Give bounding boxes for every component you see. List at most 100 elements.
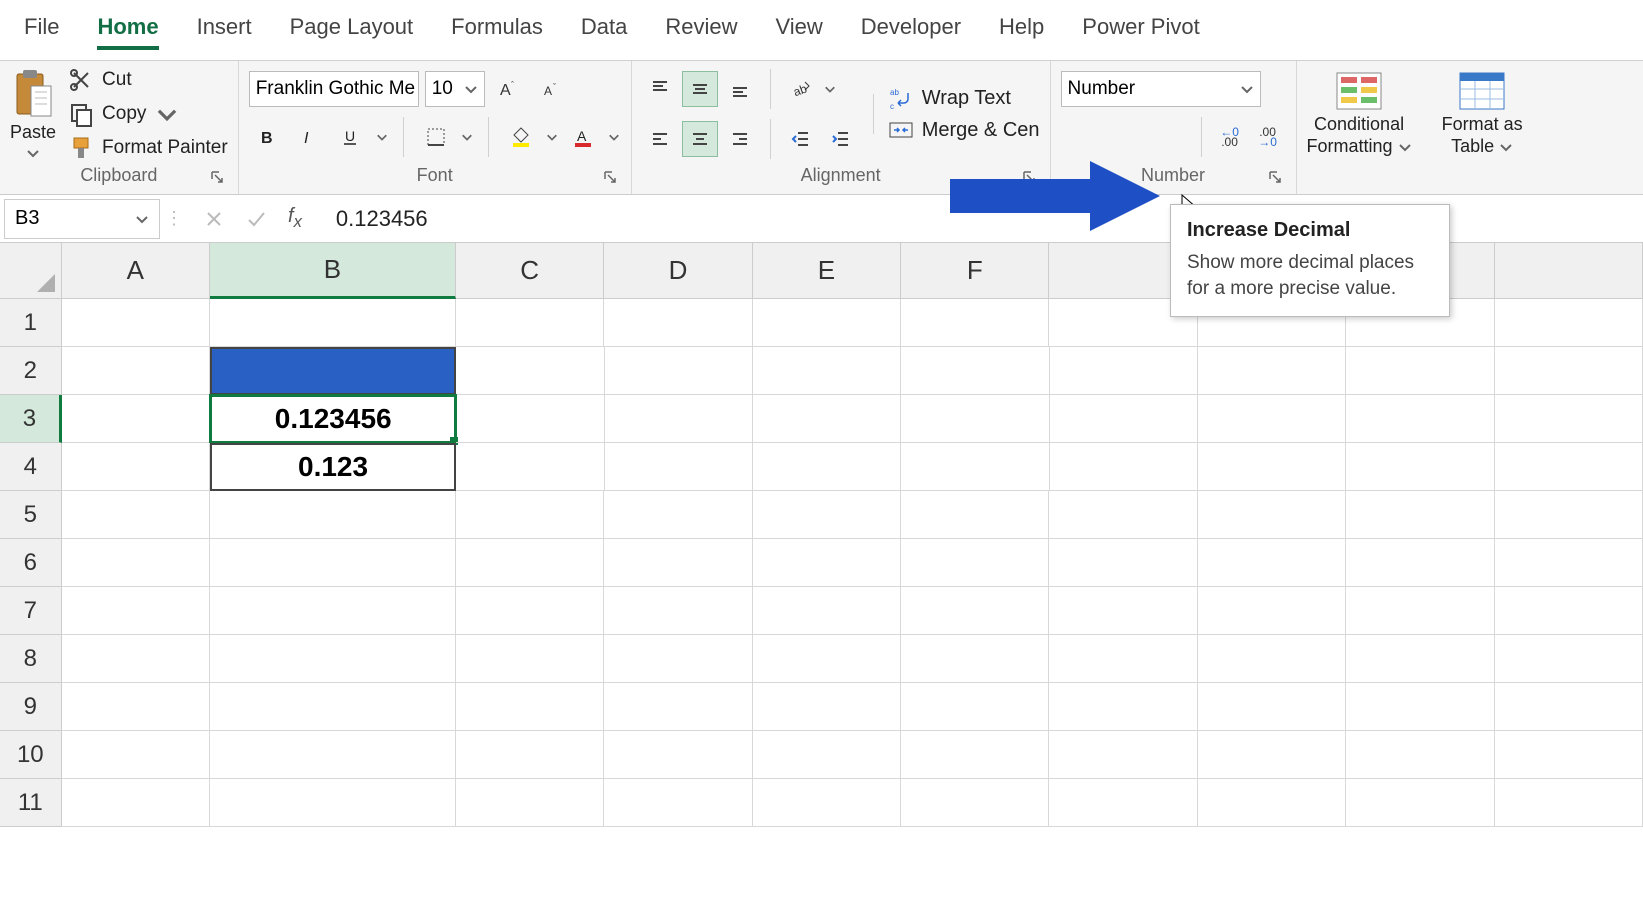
row-header-10[interactable]: 10: [0, 731, 62, 779]
cell[interactable]: [1495, 491, 1643, 539]
cell[interactable]: [1198, 683, 1346, 731]
cell[interactable]: [753, 587, 901, 635]
cell[interactable]: [210, 731, 456, 779]
cell[interactable]: [62, 347, 210, 395]
tab-insert[interactable]: Insert: [197, 14, 252, 50]
cell[interactable]: [1495, 443, 1643, 491]
underline-button[interactable]: U: [333, 119, 369, 155]
cell[interactable]: [753, 347, 901, 395]
align-bottom-button[interactable]: [722, 71, 758, 107]
cell[interactable]: [1495, 683, 1643, 731]
cell[interactable]: [1346, 635, 1494, 683]
fx-icon[interactable]: fx: [288, 205, 302, 232]
cell[interactable]: [62, 395, 210, 443]
cell-B4[interactable]: 0.123: [210, 443, 456, 491]
col-header-D[interactable]: D: [604, 243, 752, 299]
cell[interactable]: [456, 347, 604, 395]
cell[interactable]: [604, 683, 752, 731]
clipboard-launcher-icon[interactable]: [208, 168, 226, 186]
number-format-select[interactable]: Number: [1061, 71, 1261, 107]
cell[interactable]: [1495, 731, 1643, 779]
cell[interactable]: [62, 731, 210, 779]
cell[interactable]: [62, 443, 210, 491]
cell[interactable]: [901, 395, 1049, 443]
cell[interactable]: [1495, 347, 1643, 395]
border-button[interactable]: [418, 119, 454, 155]
cell[interactable]: [901, 539, 1049, 587]
cell[interactable]: [456, 587, 604, 635]
cell[interactable]: [1346, 443, 1494, 491]
col-header-blank[interactable]: [1495, 243, 1643, 299]
cell[interactable]: [901, 587, 1049, 635]
cell[interactable]: [901, 731, 1049, 779]
cell[interactable]: [1346, 779, 1494, 827]
cell[interactable]: [1346, 491, 1494, 539]
decrease-font-button[interactable]: Aˇ: [533, 71, 569, 107]
tab-formulas[interactable]: Formulas: [451, 14, 543, 50]
wrap-text-button[interactable]: abc Wrap Text: [888, 85, 1040, 111]
cell[interactable]: [210, 539, 456, 587]
cell[interactable]: [1346, 587, 1494, 635]
cell[interactable]: [1198, 443, 1346, 491]
cell[interactable]: [1198, 539, 1346, 587]
row-header-3[interactable]: 3: [0, 395, 62, 443]
cell[interactable]: [456, 491, 604, 539]
cell[interactable]: [753, 299, 901, 347]
enter-icon[interactable]: [246, 209, 266, 229]
border-dropdown-icon[interactable]: [460, 119, 474, 155]
cell[interactable]: [605, 443, 753, 491]
cell[interactable]: [1049, 635, 1197, 683]
row-header-9[interactable]: 9: [0, 683, 62, 731]
decrease-decimal-button[interactable]: .00→0: [1250, 119, 1286, 155]
copy-dropdown-icon[interactable]: [154, 101, 180, 127]
increase-indent-button[interactable]: [823, 121, 859, 157]
cell[interactable]: [604, 731, 752, 779]
cell[interactable]: [1198, 491, 1346, 539]
cell[interactable]: [1346, 347, 1494, 395]
cell[interactable]: [1495, 539, 1643, 587]
col-header-E[interactable]: E: [753, 243, 901, 299]
cell[interactable]: [1050, 395, 1198, 443]
cell[interactable]: [901, 683, 1049, 731]
font-launcher-icon[interactable]: [601, 168, 619, 186]
paste-dropdown-icon[interactable]: [25, 145, 41, 161]
alignment-launcher-icon[interactable]: [1020, 168, 1038, 186]
cell[interactable]: [605, 347, 753, 395]
col-header-B[interactable]: B: [210, 243, 456, 299]
cell[interactable]: [1198, 347, 1346, 395]
row-header-7[interactable]: 7: [0, 587, 62, 635]
cell[interactable]: [1198, 731, 1346, 779]
cell[interactable]: [210, 299, 456, 347]
font-color-button[interactable]: A: [565, 119, 601, 155]
row-header-8[interactable]: 8: [0, 635, 62, 683]
cell[interactable]: [901, 347, 1049, 395]
tab-data[interactable]: Data: [581, 14, 627, 50]
cell[interactable]: [604, 539, 752, 587]
cell[interactable]: [1346, 395, 1494, 443]
cell[interactable]: [62, 587, 210, 635]
cell[interactable]: [901, 491, 1049, 539]
font-color-dropdown-icon[interactable]: [607, 119, 621, 155]
cell[interactable]: [210, 635, 456, 683]
cell[interactable]: [1198, 395, 1346, 443]
cell[interactable]: [1049, 587, 1197, 635]
conditional-formatting-button[interactable]: ConditionalFormatting: [1307, 71, 1412, 157]
cell[interactable]: [753, 683, 901, 731]
cell[interactable]: [901, 299, 1049, 347]
cell[interactable]: [62, 683, 210, 731]
name-box[interactable]: B3: [4, 199, 160, 239]
row-header-1[interactable]: 1: [0, 299, 62, 347]
select-all-corner[interactable]: [0, 243, 62, 299]
row-header-2[interactable]: 2: [0, 347, 62, 395]
cell[interactable]: [1049, 779, 1197, 827]
increase-decimal-button[interactable]: ←0.00: [1212, 119, 1248, 155]
cell[interactable]: [1495, 395, 1643, 443]
cell[interactable]: [62, 635, 210, 683]
cell[interactable]: [605, 395, 753, 443]
cell[interactable]: [1495, 299, 1643, 347]
copy-button[interactable]: Copy: [68, 101, 228, 127]
bold-button[interactable]: B: [249, 119, 285, 155]
cell[interactable]: [456, 683, 604, 731]
cell[interactable]: [456, 539, 604, 587]
cell[interactable]: [1495, 779, 1643, 827]
